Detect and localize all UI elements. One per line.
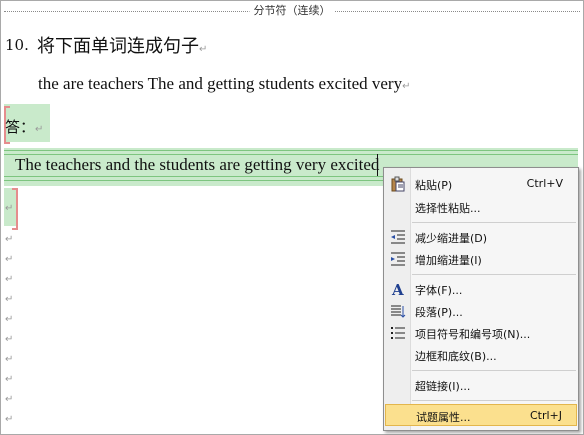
menu-item-paste-special[interactable]: 选择性粘贴... bbox=[385, 196, 577, 218]
answer-label: 答：↵ bbox=[5, 116, 43, 137]
bullets-icon bbox=[390, 325, 406, 341]
empty-paragraph-mark: ↵ bbox=[5, 294, 14, 305]
menu-item-label: 边框和底纹(B)... bbox=[415, 350, 497, 363]
menu-item-shortcut: Ctrl+J bbox=[529, 409, 562, 422]
menu-item-label: 选择性粘贴... bbox=[415, 202, 481, 215]
empty-paragraph-mark: ↵ bbox=[5, 274, 14, 285]
paragraph-mark: ↵ bbox=[402, 81, 411, 92]
menu-separator bbox=[412, 400, 576, 401]
menu-item-shortcut: Ctrl+V bbox=[526, 177, 563, 190]
menu-separator bbox=[412, 222, 576, 223]
text-cursor bbox=[377, 154, 378, 176]
increase-indent-icon bbox=[390, 251, 406, 267]
menu-item-label: 超链接(I)... bbox=[415, 380, 471, 393]
scrambled-words-content: the are teachers The and getting student… bbox=[38, 74, 403, 93]
empty-paragraph-mark: ↵ bbox=[5, 374, 14, 385]
empty-paragraph-mark: ↵ bbox=[5, 334, 14, 345]
paragraph-icon bbox=[390, 303, 406, 319]
section-break-label: 分节符（连续） bbox=[249, 4, 335, 18]
empty-paragraph-mark: ↵ bbox=[5, 394, 14, 405]
menu-item-increase-indent[interactable]: 增加缩进量(I) bbox=[385, 248, 577, 270]
menu-item-decrease-indent[interactable]: 减少缩进量(D) bbox=[385, 226, 577, 248]
menu-item-label: 增加缩进量(I) bbox=[415, 254, 482, 267]
empty-paragraph-mark: ↵ bbox=[5, 254, 14, 265]
menu-item-paste[interactable]: 粘贴(P) Ctrl+V bbox=[385, 173, 577, 195]
menu-item-label: 段落(P)... bbox=[415, 306, 463, 319]
menu-item-label: 粘贴(P) bbox=[415, 179, 453, 192]
menu-item-label: 试题属性... bbox=[416, 411, 471, 424]
empty-paragraph-mark: ↵ bbox=[5, 314, 14, 325]
question-number: 10. bbox=[5, 36, 29, 54]
empty-paragraph-mark: ↵ bbox=[5, 354, 14, 365]
font-icon: A bbox=[390, 281, 406, 299]
menu-separator bbox=[412, 370, 576, 371]
menu-item-hyperlink[interactable]: 超链接(I)... bbox=[385, 374, 577, 396]
question-text-content: 将下面单词连成句子 bbox=[37, 36, 199, 57]
menu-item-question-properties[interactable]: 试题属性... Ctrl+J bbox=[385, 404, 577, 426]
svg-text:A: A bbox=[391, 281, 404, 297]
menu-item-label: 项目符号和编号项(N)... bbox=[415, 328, 531, 341]
menu-separator bbox=[412, 274, 576, 275]
decrease-indent-icon bbox=[390, 229, 406, 245]
menu-item-label: 减少缩进量(D) bbox=[415, 232, 488, 245]
answer-text[interactable]: The teachers and the students are gettin… bbox=[15, 155, 379, 175]
answer-label-content: 答： bbox=[5, 118, 36, 136]
paragraph-mark: ↵ bbox=[5, 203, 14, 214]
question-text[interactable]: 将下面单词连成句子↵ bbox=[37, 32, 207, 58]
context-menu: 粘贴(P) Ctrl+V 选择性粘贴... 减少缩进量(D) 增加缩进量(I) … bbox=[383, 167, 579, 431]
menu-item-bullets-numbering[interactable]: 项目符号和编号项(N)... bbox=[385, 322, 577, 344]
menu-item-borders-shading[interactable]: 边框和底纹(B)... bbox=[385, 344, 577, 366]
answer-field-rule bbox=[4, 150, 578, 151]
menu-item-paragraph[interactable]: 段落(P)... bbox=[385, 300, 577, 322]
menu-item-label: 字体(F)... bbox=[415, 284, 463, 297]
scrambled-words[interactable]: the are teachers The and getting student… bbox=[38, 74, 411, 94]
empty-paragraph-mark: ↵ bbox=[5, 234, 14, 245]
paste-icon bbox=[390, 176, 406, 192]
paragraph-mark: ↵ bbox=[35, 124, 44, 135]
empty-paragraph-mark: ↵ bbox=[5, 414, 14, 425]
menu-item-font[interactable]: A 字体(F)... bbox=[385, 278, 577, 300]
section-break: 分节符（连续） bbox=[4, 4, 580, 18]
paragraph-mark: ↵ bbox=[199, 44, 208, 55]
